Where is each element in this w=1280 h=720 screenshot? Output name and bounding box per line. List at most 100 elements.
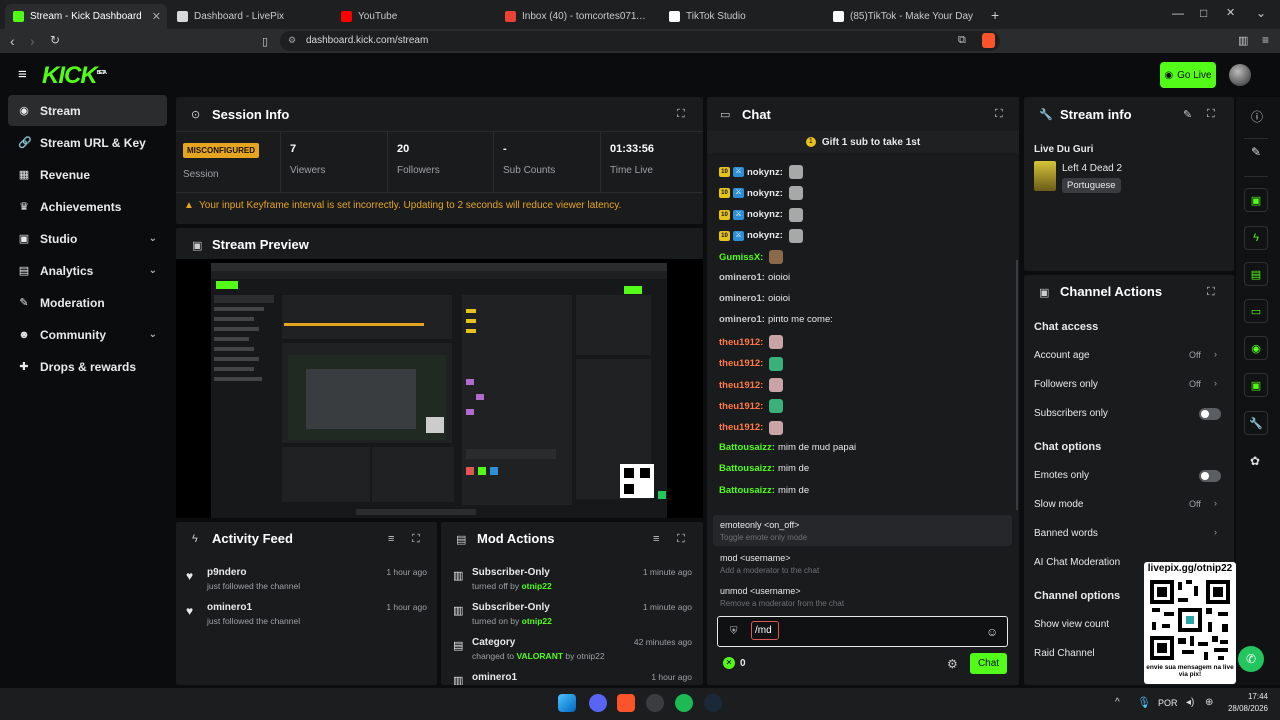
- command-name[interactable]: mod <username>: [720, 553, 791, 563]
- chat-message[interactable]: ominero1: oioioi: [719, 293, 790, 304]
- chat-username[interactable]: theu1912:: [719, 401, 763, 412]
- hamburger-icon[interactable]: ≡: [18, 66, 27, 83]
- chat-input[interactable]: /md: [751, 621, 779, 640]
- tab-5[interactable]: (85)TikTok - Make Your Day: [825, 4, 987, 29]
- tab-1[interactable]: Dashboard - LivePix: [169, 4, 331, 29]
- filter-icon[interactable]: ≡: [653, 533, 659, 545]
- translate-icon[interactable]: ⧉: [958, 34, 966, 47]
- chat-username[interactable]: ominero1:: [719, 293, 765, 304]
- mod-action-by[interactable]: otnip22: [522, 616, 552, 626]
- gift-sub-banner[interactable]: 1 Gift 1 sub to take 1st: [707, 131, 1019, 153]
- chevron-down-icon[interactable]: ⌄: [149, 265, 157, 276]
- expand-icon[interactable]: ⛶: [1207, 286, 1215, 299]
- emotes-only-toggle[interactable]: [1199, 470, 1221, 482]
- account-age-value[interactable]: Off: [1189, 350, 1201, 360]
- sidebar-toggle-icon[interactable]: ▥: [1238, 34, 1248, 47]
- rail-chat-icon[interactable]: ▭: [1244, 299, 1268, 323]
- info-icon[interactable]: ⓘ: [1251, 108, 1263, 125]
- reload-button[interactable]: ↻: [50, 33, 60, 47]
- chevron-up-icon[interactable]: ^: [1115, 697, 1120, 708]
- shield-icon[interactable]: ⛨: [730, 626, 738, 637]
- chat-message[interactable]: theu1912:: [719, 420, 784, 435]
- brave-shield-icon[interactable]: [982, 33, 995, 48]
- chevron-right-icon[interactable]: ›: [1214, 527, 1217, 537]
- chat-scrollbar[interactable]: [1016, 260, 1018, 510]
- category-thumbnail[interactable]: [1034, 161, 1056, 191]
- sidebar-item-stream-url-key[interactable]: 🔗 Stream URL & Key: [8, 127, 167, 158]
- chat-username[interactable]: GumissX:: [719, 252, 763, 263]
- chat-message[interactable]: Battousaizz: mim de: [719, 463, 809, 474]
- rail-streaminfo-icon[interactable]: 🔧: [1244, 411, 1268, 435]
- chevron-right-icon[interactable]: ›: [1214, 378, 1217, 388]
- rail-preview-icon[interactable]: ◉: [1244, 336, 1268, 360]
- edit-icon[interactable]: ✎: [1183, 108, 1192, 121]
- obs-icon[interactable]: [646, 694, 664, 712]
- activity-user[interactable]: ominero1: [207, 602, 252, 613]
- url-field[interactable]: dashboard.kick.com/stream: [280, 31, 1000, 51]
- expand-icon[interactable]: ⛶: [412, 533, 420, 546]
- sidebar-item-revenue[interactable]: ▦ Revenue: [8, 159, 167, 190]
- sidebar-item-drops-rewards[interactable]: ✚ Drops & rewards: [8, 351, 167, 382]
- ai-moderation-label[interactable]: AI Chat Moderation: [1034, 557, 1120, 568]
- tab-2[interactable]: YouTube: [333, 4, 495, 29]
- minimize-button[interactable]: —: [1172, 6, 1184, 20]
- mod-action-by[interactable]: otnip22: [521, 581, 551, 591]
- send-chat-button[interactable]: Chat: [970, 653, 1007, 674]
- edit-icon[interactable]: ✎: [1251, 145, 1261, 159]
- speaker-icon[interactable]: ◂): [1186, 697, 1194, 708]
- activity-user[interactable]: p9ndero: [207, 567, 246, 578]
- category-name[interactable]: Left 4 Dead 2: [1062, 163, 1122, 174]
- rail-mod-icon[interactable]: ▤: [1244, 262, 1268, 286]
- discord-icon[interactable]: [589, 694, 607, 712]
- chat-message[interactable]: theu1912:: [719, 399, 784, 414]
- chat-message[interactable]: 10 ⚔ nokynz:: [719, 186, 803, 201]
- chat-username[interactable]: theu1912:: [719, 422, 763, 433]
- chat-username[interactable]: theu1912:: [719, 358, 763, 369]
- chevron-down-icon[interactable]: ⌄: [1256, 6, 1266, 20]
- language-indicator[interactable]: POR: [1158, 698, 1178, 708]
- back-button[interactable]: ‹: [10, 33, 15, 49]
- chat-message[interactable]: 10 ⚔ nokynz:: [719, 228, 803, 243]
- chat-username[interactable]: theu1912:: [719, 380, 763, 391]
- new-tab-button[interactable]: +: [991, 7, 999, 23]
- command-name[interactable]: unmod <username>: [720, 586, 801, 596]
- sidebar-item-community[interactable]: ☻ Community ⌄: [8, 319, 167, 350]
- menu-icon[interactable]: ≡: [1262, 33, 1269, 47]
- chat-message[interactable]: ominero1: oioioi: [719, 272, 790, 283]
- command-name[interactable]: emoteonly <on_off>: [720, 520, 799, 530]
- sidebar-item-moderation[interactable]: ✎ Moderation: [8, 287, 167, 318]
- chat-username[interactable]: ominero1:: [719, 272, 765, 283]
- chat-message[interactable]: Battousaizz: mim de: [719, 485, 809, 496]
- brave-icon[interactable]: [617, 694, 635, 712]
- kick-logo[interactable]: KICKBETA: [42, 62, 107, 90]
- spotify-icon[interactable]: [675, 694, 693, 712]
- subscribers-only-toggle[interactable]: [1199, 408, 1221, 420]
- expand-icon[interactable]: ⛶: [677, 533, 685, 546]
- emoji-icon[interactable]: ☺: [986, 625, 998, 639]
- chat-username[interactable]: nokynz:: [747, 167, 783, 178]
- mic-icon[interactable]: 🎙: [1137, 696, 1151, 709]
- chat-username[interactable]: nokynz:: [747, 188, 783, 199]
- chat-message[interactable]: theu1912:: [719, 356, 784, 371]
- chat-username[interactable]: Battousaizz:: [719, 463, 775, 474]
- chevron-right-icon[interactable]: ›: [1214, 349, 1217, 359]
- banned-words-label[interactable]: Banned words: [1034, 528, 1098, 539]
- network-icon[interactable]: ⊕: [1205, 697, 1213, 708]
- sidebar-item-achievements[interactable]: ♛ Achievements: [8, 191, 167, 222]
- community-icon[interactable]: ✿: [1250, 454, 1260, 468]
- chat-username[interactable]: theu1912:: [719, 337, 763, 348]
- rail-actions-icon[interactable]: ▣: [1244, 373, 1268, 397]
- gear-icon[interactable]: ⚙: [947, 657, 958, 671]
- chat-message[interactable]: 10 ⚔ nokynz:: [719, 207, 803, 222]
- expand-icon[interactable]: ⛶: [995, 108, 1003, 121]
- rail-session-icon[interactable]: ▣: [1244, 188, 1268, 212]
- slow-mode-value[interactable]: Off: [1189, 499, 1201, 509]
- close-window-button[interactable]: ✕: [1226, 6, 1235, 19]
- chat-messages[interactable]: 10 ⚔ nokynz: 10 ⚔ nokynz: 10 ⚔ nokynz: 10 ⚔ nokynz:…: [707, 155, 1019, 511]
- tab-0[interactable]: Stream - Kick Dashboard ✕: [5, 4, 167, 29]
- mod-action-by[interactable]: by otnip22: [563, 651, 604, 661]
- chat-message[interactable]: theu1912:: [719, 378, 784, 392]
- site-info-icon[interactable]: ⚙: [288, 35, 296, 46]
- chat-username[interactable]: Battousaizz:: [719, 442, 775, 453]
- preview-video[interactable]: [176, 259, 703, 518]
